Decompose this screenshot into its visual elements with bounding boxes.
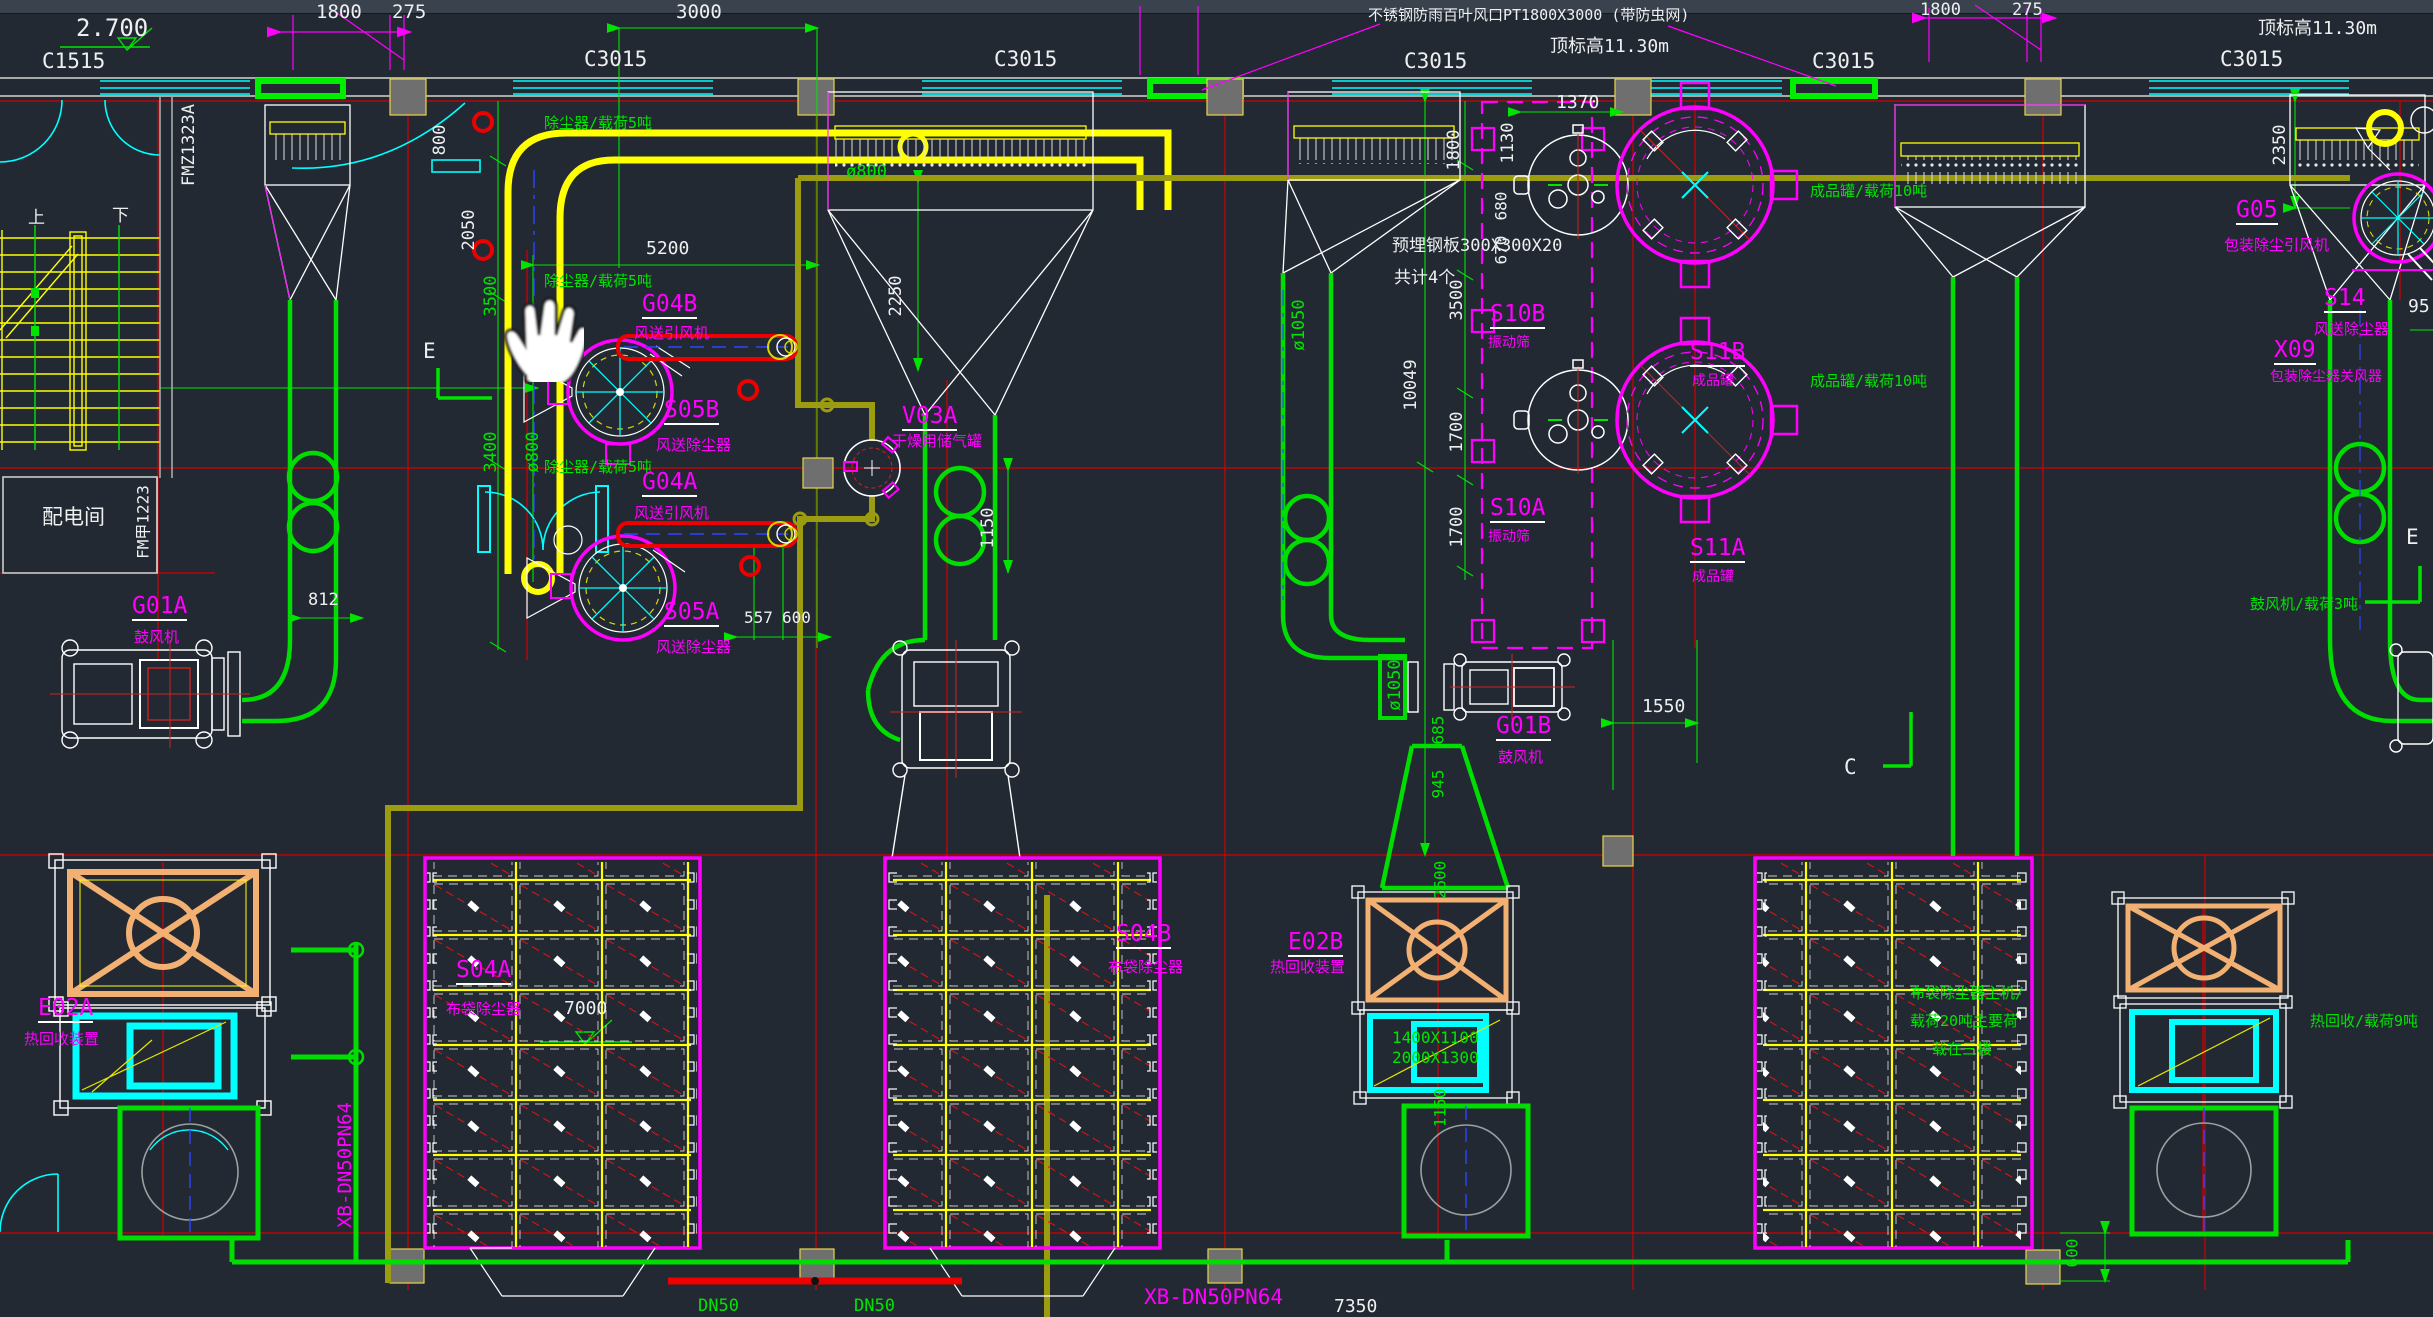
duct-left-train xyxy=(242,300,337,721)
section-markers xyxy=(438,368,2420,766)
vibrating-screen-s10b[interactable] xyxy=(1514,125,1628,239)
exterior-wall xyxy=(0,78,2433,1284)
hand-pan-cursor[interactable] xyxy=(504,292,584,382)
screen-platform xyxy=(1472,102,1604,648)
cad-viewport[interactable]: 2.700C151518002753000C3015C3015C3015C301… xyxy=(0,0,2433,1317)
duct-tank-train xyxy=(1283,273,1405,718)
packing-fan-g05[interactable] xyxy=(2352,107,2433,280)
hopper-left xyxy=(265,105,350,300)
fan-unit-s05a[interactable] xyxy=(527,526,685,640)
product-tank-s11a[interactable] xyxy=(1617,318,1797,522)
axis-grid xyxy=(0,101,2433,1290)
duct-mid-train xyxy=(868,415,995,740)
bag-filter-grid-s04b[interactable] xyxy=(885,858,1160,1296)
vibrating-screen-s10a[interactable] xyxy=(1514,360,1628,474)
corridor-walls xyxy=(3,96,172,573)
drawing-geometry xyxy=(0,0,2433,1317)
fan-base-e02a xyxy=(120,1108,258,1238)
blower-g01b[interactable] xyxy=(1408,654,1575,720)
bag-filter-grid-3[interactable] xyxy=(1755,858,2032,1248)
stairs xyxy=(0,225,160,450)
heat-recovery-e02b[interactable] xyxy=(1352,886,1528,1236)
blower-mid[interactable] xyxy=(890,640,1022,858)
duct-right-train xyxy=(2330,300,2433,721)
taper-under-g01b xyxy=(1382,746,1508,888)
hopper-tank-train xyxy=(1283,92,1460,273)
dn50-red-pipe xyxy=(668,1277,962,1285)
bag-filter-grid-s04a[interactable] xyxy=(425,858,700,1296)
duct-4th-train xyxy=(1953,277,2017,856)
hopper-mid xyxy=(828,92,1093,415)
blower-g01a[interactable] xyxy=(50,640,250,748)
hopper-4th xyxy=(1895,105,2085,277)
